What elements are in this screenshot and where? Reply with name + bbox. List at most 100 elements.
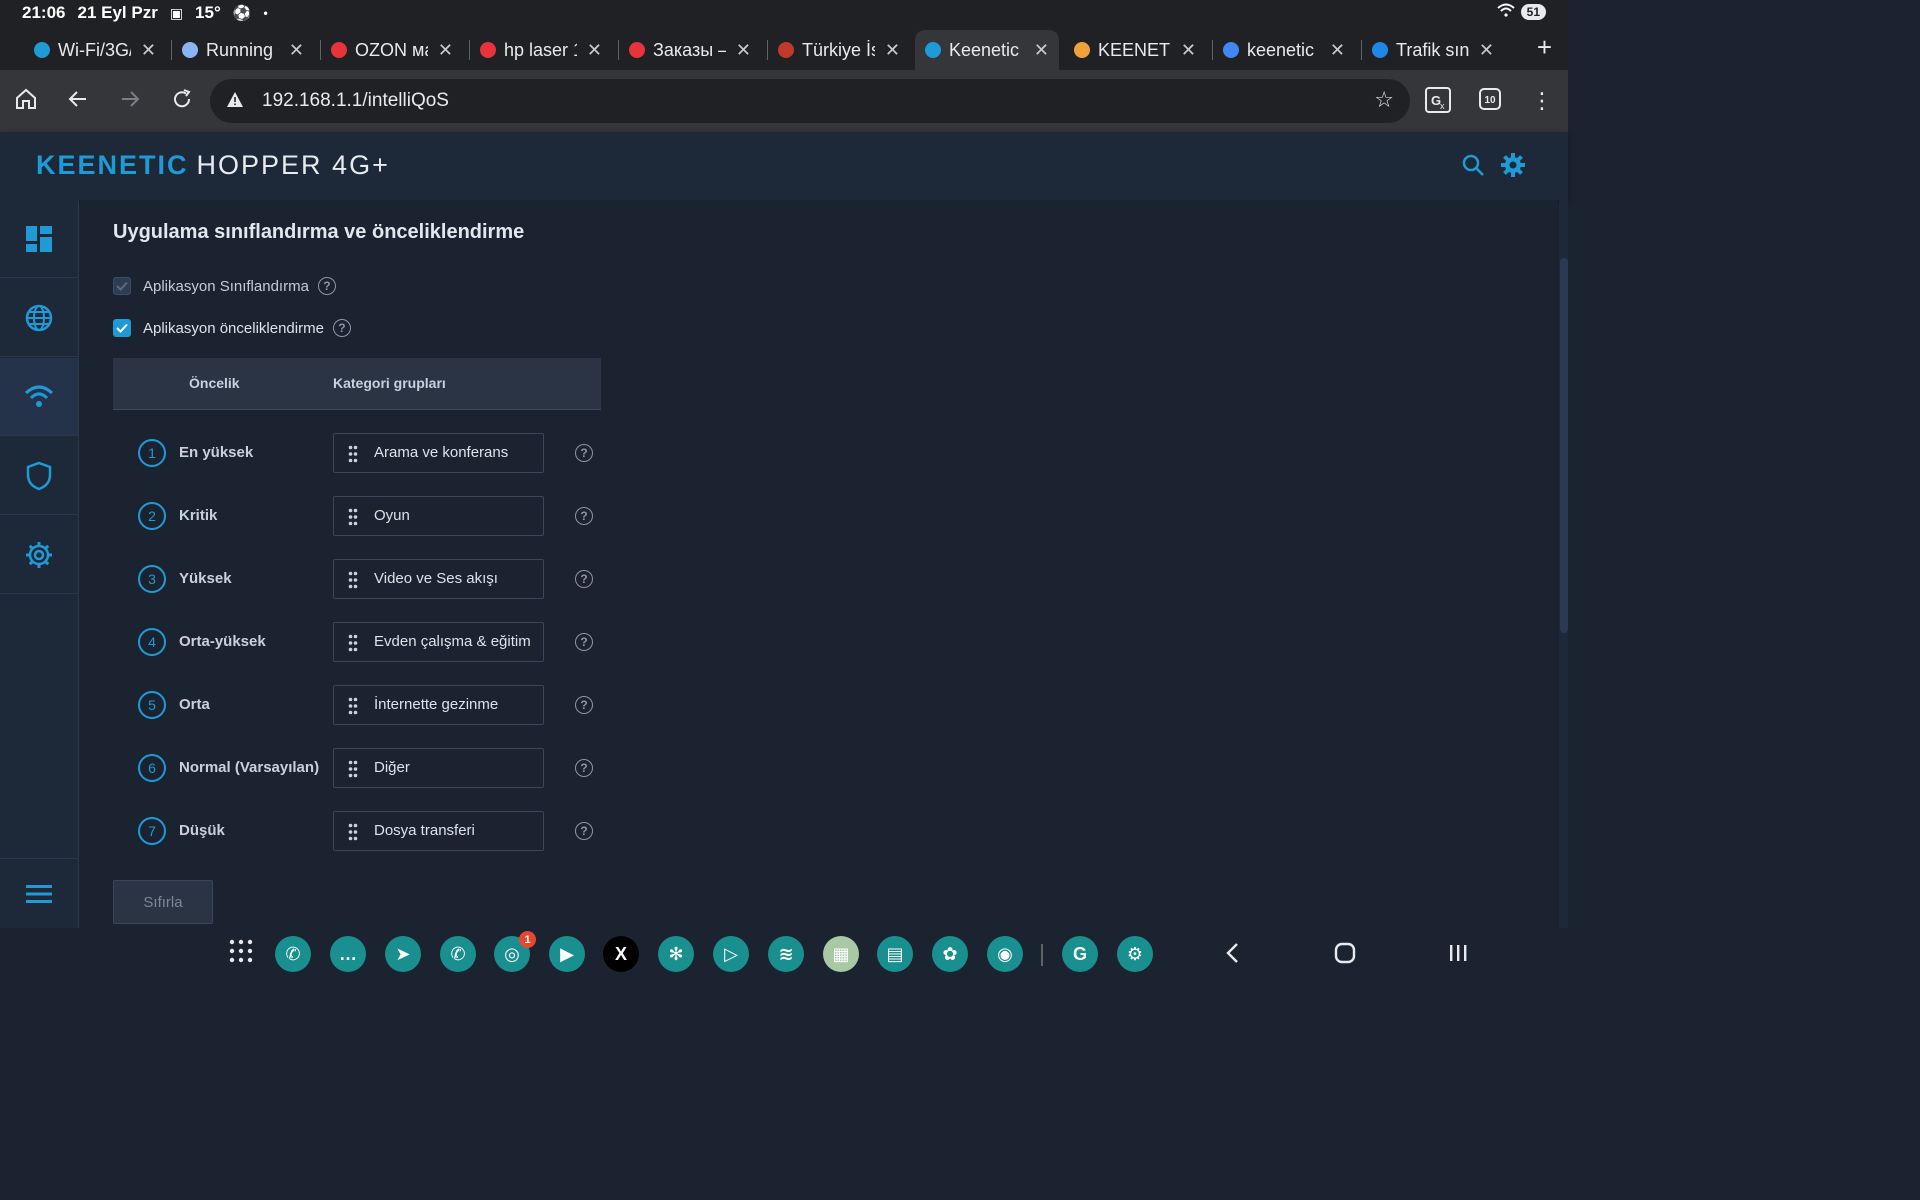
back-icon[interactable] — [64, 87, 92, 115]
classification-checkbox[interactable] — [113, 277, 131, 295]
check-icon — [116, 323, 128, 333]
spotify-app-icon[interactable]: ≋ — [768, 936, 804, 972]
help-icon[interactable]: ? — [575, 759, 593, 777]
page-title: Uygulama sınıflandırma ve önceliklendirm… — [113, 221, 525, 243]
sidebar-item-dashboard[interactable] — [0, 200, 78, 278]
category-chip[interactable]: Oyun — [333, 496, 544, 536]
drag-handle-icon[interactable] — [348, 508, 358, 526]
drag-handle-icon[interactable] — [348, 445, 358, 463]
more-menu-icon[interactable]: ⋮ — [1528, 87, 1556, 115]
chrome-app-icon[interactable]: ◎ 1 — [494, 931, 536, 972]
warning-icon[interactable] — [226, 91, 244, 109]
pinwheel-app-icon[interactable]: ✻ — [658, 936, 694, 972]
browser-tab[interactable]: Trafik sınıf ✕ — [1362, 30, 1504, 70]
close-tab-icon[interactable]: ✕ — [736, 40, 751, 61]
settings-app-icon[interactable]: ⚙ — [1117, 936, 1153, 972]
bookmark-star-icon[interactable]: ☆ — [1374, 87, 1394, 113]
browser-tab[interactable]: hp laser 10 ✕ — [470, 30, 612, 70]
telegram-app-icon[interactable]: ➤ — [385, 936, 421, 972]
forward-icon[interactable] — [116, 87, 144, 115]
new-tab-button[interactable]: + — [1537, 32, 1552, 63]
column-header-category-groups: Kategori grupları — [333, 375, 446, 391]
browser-tab[interactable]: Türkiye İst ✕ — [768, 30, 910, 70]
help-icon[interactable]: ? — [575, 696, 593, 714]
close-tab-icon[interactable]: ✕ — [289, 40, 304, 61]
help-icon[interactable]: ? — [575, 633, 593, 651]
sidebar-item-settings[interactable] — [0, 516, 78, 594]
drag-handle-icon[interactable] — [348, 634, 358, 652]
drag-handle-icon[interactable] — [348, 697, 358, 715]
category-label: Video ve Ses akışı — [374, 570, 498, 587]
drag-handle-icon[interactable] — [348, 760, 358, 778]
close-tab-icon[interactable]: ✕ — [1034, 40, 1049, 61]
help-icon[interactable]: ? — [332, 319, 351, 337]
close-tab-icon[interactable]: ✕ — [885, 40, 900, 61]
category-chip[interactable]: Arama ve konferans — [333, 433, 544, 473]
close-tab-icon[interactable]: ✕ — [438, 40, 453, 61]
folder-app-icon[interactable]: ▦ — [823, 936, 859, 972]
flower-app-icon[interactable]: ✿ — [932, 936, 968, 972]
help-icon[interactable]: ? — [575, 444, 593, 462]
sidebar-item-internet[interactable] — [0, 279, 78, 357]
x-app-icon[interactable]: X — [603, 936, 639, 972]
scrollbar-thumb[interactable] — [1560, 258, 1568, 633]
category-chip[interactable]: Diğer — [333, 748, 544, 788]
prioritization-checkbox[interactable] — [113, 319, 131, 337]
nav-back-icon[interactable] — [1224, 940, 1242, 971]
camera-glyph: ◉ — [997, 943, 1013, 964]
gear-icon[interactable] — [1500, 152, 1526, 178]
tab-switcher-button[interactable]: 10 — [1476, 87, 1504, 115]
browser-tab[interactable]: keenetic in ✕ — [1213, 30, 1355, 70]
help-icon[interactable]: ? — [317, 277, 336, 295]
help-icon[interactable]: ? — [575, 822, 593, 840]
sidebar-item-security[interactable] — [0, 437, 78, 515]
status-date: 21 Eyl Pzr — [77, 3, 158, 22]
reset-button[interactable]: Sıfırla — [113, 880, 213, 924]
nav-recents-icon[interactable] — [1447, 940, 1469, 971]
phone-app-icon[interactable]: ✆ — [275, 936, 311, 972]
play-store-app-icon[interactable]: ▷ — [713, 936, 749, 972]
tab-separator — [171, 40, 172, 60]
favicon-icon — [1074, 42, 1090, 58]
messages-app-icon[interactable]: … — [330, 936, 366, 972]
notification-badge: 1 — [519, 931, 536, 948]
close-tab-icon[interactable]: ✕ — [1330, 40, 1345, 61]
url-text[interactable]: 192.168.1.1/intelliQoS — [262, 90, 449, 112]
category-chip[interactable]: Evden çalışma & eğitim — [333, 622, 544, 662]
files-app-icon[interactable]: ▤ — [877, 936, 913, 972]
close-tab-icon[interactable]: ✕ — [141, 40, 156, 61]
reload-icon[interactable] — [168, 87, 196, 115]
soccer-icon: ⚽ — [232, 5, 252, 22]
category-chip[interactable]: Dosya transferi — [333, 811, 544, 851]
camera-app-icon[interactable]: ◉ — [987, 936, 1023, 972]
whatsapp-app-icon[interactable]: ✆ — [440, 936, 476, 972]
sidebar-menu-button[interactable] — [0, 858, 78, 928]
google-app-icon[interactable]: G — [1062, 936, 1098, 972]
category-chip[interactable]: Video ve Ses akışı — [333, 559, 544, 599]
close-tab-icon[interactable]: ✕ — [1479, 40, 1494, 61]
favicon-icon — [331, 42, 347, 58]
browser-tab[interactable]: KEENETIC ✕ — [1064, 30, 1206, 70]
search-icon[interactable] — [1460, 152, 1486, 178]
browser-tab[interactable]: Заказы — ✕ — [619, 30, 761, 70]
close-tab-icon[interactable]: ✕ — [1181, 40, 1196, 61]
drag-handle-icon[interactable] — [348, 823, 358, 841]
browser-tab[interactable]: Keenetic H ✕ — [915, 30, 1059, 70]
help-icon[interactable]: ? — [575, 507, 593, 525]
youtube-app-icon[interactable]: ▶ — [549, 936, 585, 972]
app-drawer-icon[interactable] — [228, 938, 254, 970]
pinwheel-glyph: ✻ — [668, 943, 684, 964]
brand-logo[interactable]: KEENETIC HOPPER 4G+ — [36, 150, 390, 181]
nav-home-icon[interactable] — [1334, 940, 1356, 971]
help-icon[interactable]: ? — [575, 570, 593, 588]
browser-tab[interactable]: OZON мар ✕ — [321, 30, 463, 70]
category-chip[interactable]: İnternette gezinme — [333, 685, 544, 725]
browser-tab[interactable]: Wi-Fi/3G/4 ✕ — [24, 30, 166, 70]
drag-handle-icon[interactable] — [348, 571, 358, 589]
translate-icon[interactable]: Gx — [1424, 87, 1452, 115]
sidebar-item-wifi[interactable] — [0, 358, 78, 436]
close-tab-icon[interactable]: ✕ — [587, 40, 602, 61]
home-icon[interactable] — [12, 87, 40, 115]
address-bar[interactable]: 192.168.1.1/intelliQoS ☆ — [210, 79, 1410, 123]
browser-tab[interactable]: Running C ✕ — [172, 30, 314, 70]
